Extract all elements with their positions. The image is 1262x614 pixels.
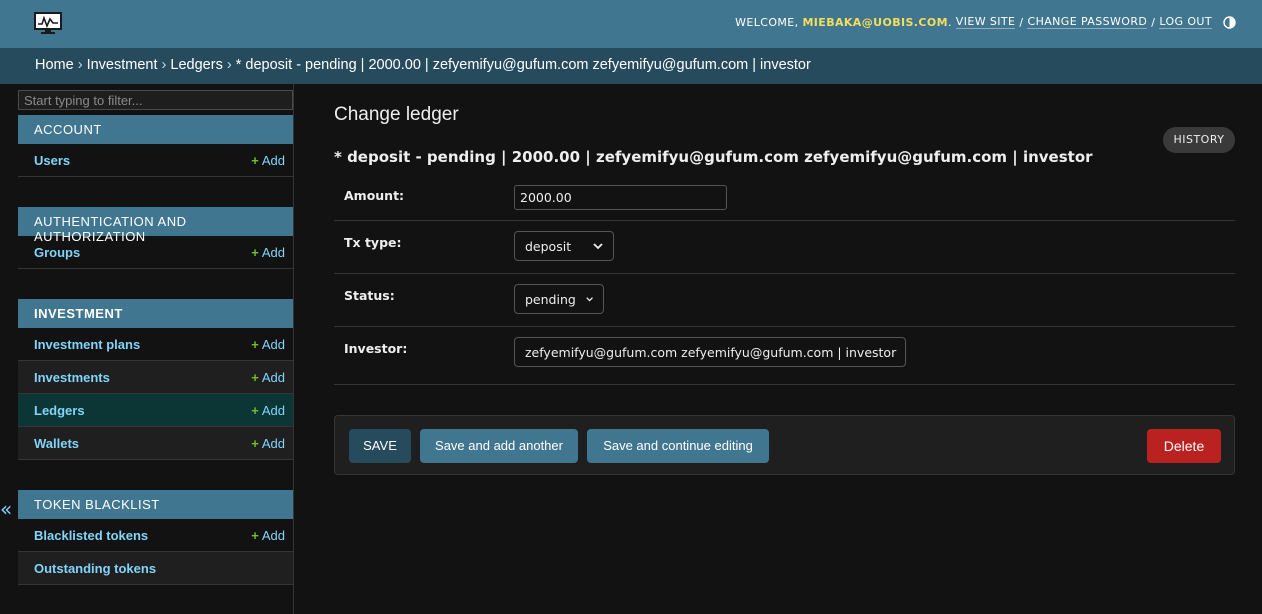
plus-icon: + [251, 337, 259, 352]
add-label: Add [261, 245, 285, 260]
model-link-investment-plans[interactable]: Investment plans [34, 337, 140, 352]
breadcrumb-investment[interactable]: Investment [87, 57, 158, 73]
sidebar-item-wallets: Wallets + Add [18, 427, 293, 460]
plus-icon: + [251, 436, 259, 451]
add-ledgers-link[interactable]: + Add [251, 403, 285, 418]
form-row-amount: Amount: 2000.00 [334, 175, 1235, 221]
breadcrumb-current: * deposit - pending | 2000.00 | zefyemif… [235, 57, 811, 73]
log-out-link[interactable]: LOG OUT [1159, 15, 1212, 29]
amount-label: Amount: [344, 188, 405, 203]
delete-button[interactable]: Delete [1147, 429, 1221, 463]
history-button[interactable]: HISTORY [1163, 127, 1235, 153]
module-caption-investment[interactable]: INVESTMENT [18, 299, 293, 328]
form-row-tx-type: Tx type: deposit [334, 221, 1235, 274]
add-blacklisted-tokens-link[interactable]: + Add [251, 528, 285, 543]
nav-sidebar: ACCOUNT Users +Add AUTHENTICATION AND AU… [17, 84, 294, 614]
breadcrumb-separator: › [161, 57, 167, 73]
sidebar-item-investment-plans: Investment plans + Add [18, 328, 293, 361]
add-label: Add [261, 436, 285, 451]
save-button[interactable]: SAVE [349, 429, 411, 463]
status-label: Status: [344, 288, 395, 303]
module-caption-token-blacklist[interactable]: TOKEN BLACKLIST [18, 490, 293, 519]
chevron-down-icon [586, 296, 593, 301]
sidebar-item-outstanding-tokens: Outstanding tokens [18, 552, 293, 585]
add-label: Add [261, 403, 285, 418]
module-caption-auth[interactable]: AUTHENTICATION AND AUTHORIZATION [18, 207, 293, 244]
model-link-wallets[interactable]: Wallets [34, 436, 79, 451]
add-label: Add [261, 528, 285, 543]
add-wallets-link[interactable]: + Add [251, 436, 285, 451]
view-site-link[interactable]: VIEW SITE [955, 15, 1016, 29]
model-link-ledgers[interactable]: Ledgers [34, 403, 85, 418]
form-row-investor: Investor: zefyemifyu@gufum.com zefyemify… [334, 327, 1235, 385]
save-and-continue-button[interactable]: Save and continue editing [587, 429, 769, 463]
add-investments-link[interactable]: + Add [251, 370, 285, 385]
sidebar-item-users: Users + Add [18, 144, 293, 177]
amount-input[interactable]: 2000.00 [514, 185, 727, 210]
tools-separator: / [1019, 15, 1024, 29]
welcome-tail: . [947, 15, 952, 29]
model-link-blacklisted-tokens[interactable]: Blacklisted tokens [34, 528, 148, 543]
page-title: Change ledger [334, 104, 459, 125]
add-investment-plans-link[interactable]: + Add [251, 337, 285, 352]
add-groups-link[interactable]: + Add [251, 245, 285, 260]
breadcrumb-ledgers[interactable]: Ledgers [170, 57, 222, 73]
model-link-outstanding-tokens[interactable]: Outstanding tokens [34, 561, 156, 576]
save-and-add-another-button[interactable]: Save and add another [420, 429, 578, 463]
plus-icon: + [251, 245, 259, 260]
user-email: MIEBAKA@UOBIS.COM [802, 15, 948, 29]
tx-type-label: Tx type: [344, 235, 402, 250]
plus-icon: + [251, 370, 259, 385]
welcome-text: WELCOME, [735, 15, 799, 29]
investor-value: zefyemifyu@gufum.com zefyemifyu@gufum.co… [525, 344, 897, 360]
sidebar-item-groups: Groups + Add [18, 236, 293, 269]
sidebar-item-investments: Investments + Add [18, 361, 293, 394]
add-label: Add [261, 337, 285, 352]
nav-filter-input[interactable] [18, 90, 293, 110]
tx-type-value: deposit [525, 238, 572, 254]
model-link-groups[interactable]: Groups [34, 245, 80, 260]
plus-icon: + [251, 528, 259, 543]
investor-select[interactable]: zefyemifyu@gufum.com zefyemifyu@gufum.co… [514, 337, 906, 367]
sidebar-toggle-button[interactable]: « [0, 497, 12, 521]
status-select[interactable]: pending [514, 284, 604, 314]
add-label: Add [261, 370, 285, 385]
status-value: pending [525, 291, 576, 307]
theme-toggle-icon[interactable] [1223, 15, 1236, 29]
chevron-down-icon [593, 242, 603, 249]
breadcrumb-home[interactable]: Home [35, 57, 74, 73]
object-title: * deposit - pending | 2000.00 | zefyemif… [334, 148, 1093, 166]
tools-separator: / [1151, 15, 1156, 29]
monitor-logo-icon[interactable] [34, 12, 62, 36]
model-link-investments[interactable]: Investments [34, 370, 110, 385]
add-label: Add [261, 153, 285, 168]
breadcrumb-separator: › [226, 57, 232, 73]
plus-icon: + [251, 153, 259, 168]
model-link-users[interactable]: Users [34, 153, 70, 168]
module-caption-account[interactable]: ACCOUNT [18, 115, 293, 144]
header: WELCOME, MIEBAKA@UOBIS.COM. VIEW SITE / CH… [0, 0, 1262, 48]
investor-label: Investor: [344, 341, 408, 356]
add-users-link[interactable]: + Add [251, 153, 285, 168]
tx-type-select[interactable]: deposit [514, 231, 614, 261]
form-row-status: Status: pending [334, 274, 1235, 327]
breadcrumb: Home › Investment › Ledgers › * deposit … [0, 48, 1262, 84]
breadcrumb-separator: › [77, 57, 83, 73]
change-password-link[interactable]: CHANGE PASSWORD [1027, 15, 1148, 29]
sidebar-item-blacklisted-tokens: Blacklisted tokens + Add [18, 519, 293, 552]
submit-row: SAVE Save and add another Save and conti… [334, 415, 1235, 475]
user-tools: WELCOME, MIEBAKA@UOBIS.COM. VIEW SITE / CH… [735, 15, 1236, 29]
sidebar-item-ledgers: Ledgers + Add [18, 394, 293, 427]
plus-icon: + [251, 403, 259, 418]
